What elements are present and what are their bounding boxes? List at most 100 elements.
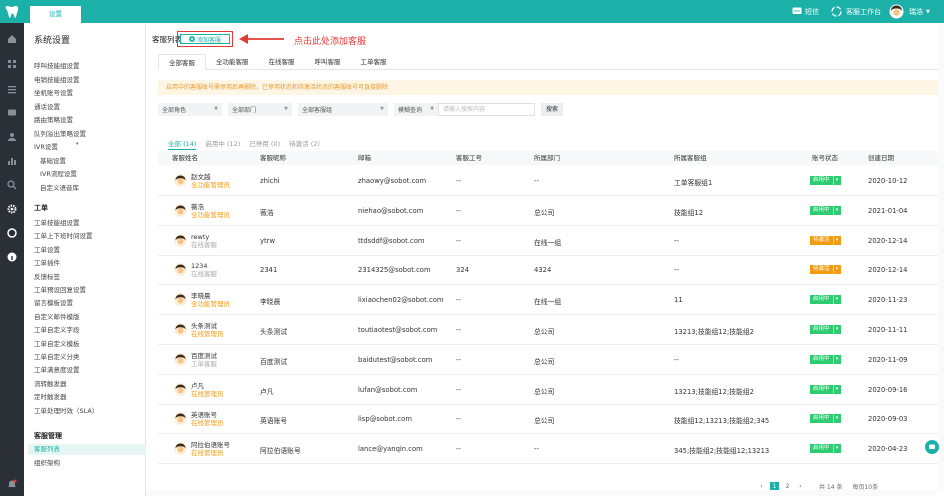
cell-email: lisp@sobot.com	[358, 415, 412, 424]
info-icon[interactable]	[6, 251, 18, 263]
table-row[interactable]: 赵文越 全功能管理员 zhichi zhaowy@sobot.com -- -- 工单客服组…	[158, 166, 943, 196]
sidebar-item[interactable]: 队列溢出策略设置	[34, 128, 86, 138]
sidebar-item[interactable]: 呼叫技能组设置	[34, 60, 80, 70]
avatar-icon	[889, 4, 904, 19]
sidebar-item[interactable]: 工单自定义分类	[34, 351, 80, 361]
tab-agent-type[interactable]: 全部客服	[158, 54, 206, 70]
table-row[interactable]: 英语账号 在线管理员 英语账号 lisp@sobot.com -- 总公司 技能组12;13…	[158, 404, 943, 435]
column-header: 客服工号	[456, 154, 482, 162]
gear-icon[interactable]	[6, 203, 18, 215]
table-row[interactable]: 卢凡 在线管理员 卢凡 lufan@sobot.com -- 总公司 13213;技能组12…	[158, 375, 943, 405]
tab-agent-type[interactable]: 在线客服	[259, 54, 305, 70]
bar-chart-icon[interactable]	[6, 155, 18, 167]
chevron-down-icon: ▾	[832, 265, 841, 275]
status-badge[interactable]: 启用中 ▾	[810, 176, 841, 185]
sidebar-item[interactable]: 工单预设回复设置	[34, 284, 86, 294]
page-scrollbar-horizontal[interactable]	[146, 490, 936, 496]
sidebar-item-ivr[interactable]: 自定义语音库	[40, 182, 79, 192]
tab-status[interactable]: 待激活 (2)	[289, 138, 320, 150]
tab-status[interactable]: 全部 (14)	[168, 138, 197, 150]
sidebar-item[interactable]: 坐机账号设置	[34, 87, 73, 97]
status-label: 启用中	[810, 205, 833, 215]
user-icon[interactable]	[6, 131, 18, 143]
table-row[interactable]: 李晓晨 全功能管理员 李晓晨 lixiaochen02@sobot.com -- 在线一组…	[158, 285, 943, 316]
home-icon[interactable]	[6, 33, 18, 45]
bell-icon[interactable]	[6, 478, 18, 490]
cell-no: --	[456, 177, 461, 185]
sidebar-item[interactable]: 反馈标签	[34, 271, 60, 281]
status-label: 启用中	[810, 176, 833, 185]
sidebar-item[interactable]: 工单处理时效（SLA）	[34, 405, 98, 415]
search-input[interactable]: 请输入搜索内容	[438, 102, 535, 116]
avatar	[174, 442, 187, 456]
search-button[interactable]: 搜索	[541, 102, 563, 116]
status-label: 启用中	[810, 354, 833, 364]
column-header: 账号状态	[812, 154, 838, 162]
user-menu[interactable]: 瑞浩 ▼	[889, 4, 930, 19]
status-badge[interactable]: 启用中 ▾	[810, 354, 841, 364]
sidebar-item[interactable]: 电销技能组设置	[34, 74, 80, 84]
sidebar-item[interactable]: 工单满意度设置	[34, 364, 80, 374]
table-row[interactable]: 1234 在线客服 2341 2314325@sobot.com 324 4324 -- 待激…	[158, 255, 943, 286]
status-badge[interactable]: 启用中 ▾	[810, 205, 841, 215]
circle-icon[interactable]	[6, 227, 18, 239]
table-row[interactable]: 薇浩 全功能管理员 薇浩 niehao@sobot.com -- 总公司 技能组12 启用中 ▾…	[158, 196, 943, 226]
status-badge[interactable]: 启用中 ▾	[810, 384, 841, 394]
status-badge[interactable]: 启用中 ▾	[810, 325, 841, 334]
sidebar-item[interactable]: 定时触发器	[34, 391, 67, 401]
cell-no: --	[456, 415, 461, 424]
tab-agent-type[interactable]: 工单客服	[351, 54, 397, 70]
status-badge[interactable]: 待激活 ▾	[810, 235, 841, 245]
sidebar-item[interactable]: 工单自定义模板	[34, 338, 80, 348]
help-chat-button[interactable]	[925, 440, 939, 454]
sidebar-item[interactable]: 工单上下班时间设置	[34, 230, 93, 240]
search-icon[interactable]	[6, 179, 18, 191]
chevron-down-icon: ▼	[214, 106, 218, 112]
status-badge[interactable]: 待激活 ▾	[810, 265, 841, 275]
match-mode-select[interactable]: 模糊查询 ▼	[394, 102, 438, 116]
sms-button[interactable]: 短信	[792, 4, 819, 19]
tab-agent-type[interactable]: 呼叫客服	[305, 54, 351, 70]
role-select[interactable]: 全部角色 ▼	[158, 102, 222, 116]
sidebar-item[interactable]: 留言模板设置	[34, 297, 73, 307]
sidebar-item[interactable]: 流转触发器	[34, 378, 67, 388]
dept-select[interactable]: 全部部门 ▼	[228, 102, 292, 116]
table-row[interactable]: 百度测试 工单客服 百度测试 baidutest@sobot.com -- 总公司 -- 启用…	[158, 345, 943, 375]
sidebar-item-ivr[interactable]: IVR流程设置	[40, 168, 77, 178]
cell-email: baidutest@sobot.com	[358, 355, 433, 364]
tab-agent-type[interactable]: 全功能客服	[206, 54, 259, 70]
sidebar-item[interactable]: 工单插件	[34, 257, 60, 267]
cell-dept: 4324	[534, 266, 552, 275]
group-select[interactable]: 全部客服组 ▼	[298, 102, 388, 116]
grid-icon[interactable]	[6, 58, 18, 70]
sidebar-item[interactable]: IVR设置	[34, 141, 58, 151]
column-header: 客服姓名	[172, 154, 198, 162]
avatar-icon	[174, 323, 187, 336]
status-badge[interactable]: 启用中 ▾	[810, 414, 841, 424]
sidebar-item[interactable]: 通话设置	[34, 101, 60, 111]
cell-nick: ytrw	[260, 236, 276, 245]
sidebar-item[interactable]: 自定义邮件模版	[34, 311, 80, 321]
sidebar-item[interactable]: 工单设置	[34, 244, 60, 254]
table-row[interactable]: 头条测试 在线管理员 头条测试 toutiaotest@sobot.com -- 总公司 1…	[158, 315, 943, 345]
cell-no: --	[456, 385, 461, 394]
sidebar-item[interactable]: 工单技能组设置	[34, 217, 80, 227]
status-badge[interactable]: 启用中 ▾	[810, 295, 841, 305]
tab-status[interactable]: 已停用 (0)	[249, 138, 280, 150]
sidebar-item-ivr[interactable]: 基础设置	[40, 155, 66, 165]
sidebar-item-org[interactable]: 组织架构	[34, 457, 60, 467]
status-badge[interactable]: 启用中 ▾	[810, 444, 841, 454]
tab-status[interactable]: 启用中 (12)	[205, 138, 240, 150]
cell-dept: --	[534, 445, 539, 454]
sidebar-item[interactable]: 工单自定义字段	[34, 324, 80, 334]
workbench-button[interactable]: 客服工作台	[830, 4, 881, 19]
table-row[interactable]: rewty 在线客服 ytrw ttdsddf@sobot.com -- 在线一组 -- 待激…	[158, 226, 943, 256]
tab-settings[interactable]: 设置	[30, 6, 81, 23]
sidebar-item[interactable]: 路由策略设置	[34, 114, 73, 124]
add-agent-button[interactable]: 添加客服	[180, 34, 230, 44]
page-scrollbar-vertical[interactable]	[938, 23, 944, 490]
list-icon[interactable]	[6, 83, 18, 95]
chat-icon[interactable]	[6, 107, 18, 119]
table-row[interactable]: 阿拉伯语账号 在线管理员 阿拉伯语账号 lance@yanqin.com -- -- 345…	[158, 434, 943, 465]
sidebar-item-agent-list[interactable]: 客服列表	[28, 443, 158, 455]
